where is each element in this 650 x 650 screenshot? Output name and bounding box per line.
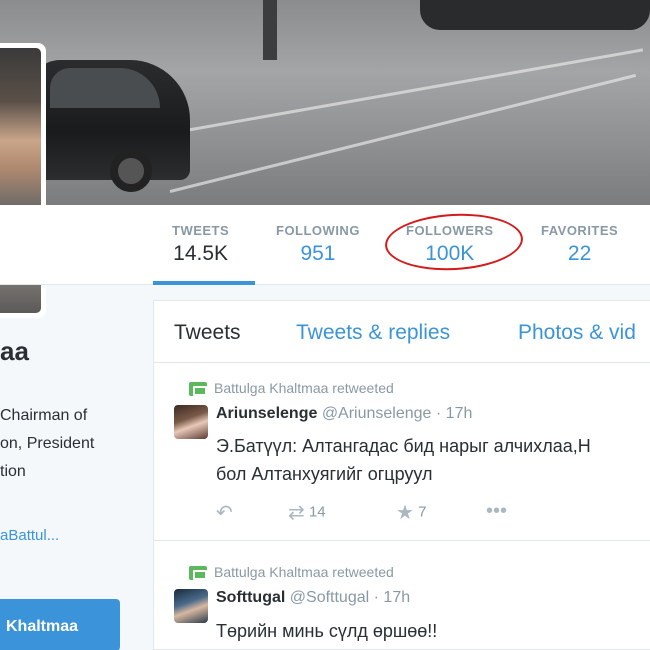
tweet-avatar[interactable] [174, 589, 208, 623]
tweet-text-line: Э.Батүүл: Алтангадас бид нарыг алчихлаа,… [216, 436, 591, 456]
stat-following[interactable]: FOLLOWING 951 [276, 223, 360, 266]
stat-value: 14.5K [173, 242, 229, 265]
bio-line: on, President [0, 435, 95, 452]
tweet-avatar[interactable] [174, 405, 208, 439]
retweet-icon: ⇄ [288, 502, 305, 524]
more-action[interactable]: ••• [486, 500, 507, 523]
tweet[interactable]: Battulga Khaltmaa retweeted Softtugal @S… [154, 541, 650, 650]
photo-car-wheel [110, 150, 152, 192]
tweet-text: Э.Батүүл: Алтангадас бид нарыг алчихлаа,… [216, 432, 591, 488]
timeline-tabs: Tweets Tweets & replies Photos & vid [154, 301, 650, 363]
retweet-icon [189, 382, 207, 396]
favorite-action[interactable]: ★ 7 [396, 500, 426, 525]
stat-label: TWEETS [172, 223, 230, 238]
tab-tweets[interactable]: Tweets [174, 321, 241, 345]
bio-line: tion [0, 463, 26, 480]
tweet-author-name[interactable]: Ariunselenge [216, 405, 317, 422]
stat-label: FOLLOWING [276, 223, 360, 238]
star-icon: ★ [396, 502, 414, 524]
tweet-header: Softtugal @Softtugal · 17h [216, 589, 410, 607]
stat-tweets[interactable]: TWEETS 14.5K [172, 223, 229, 266]
tab-photos-videos[interactable]: Photos & vid [518, 321, 636, 345]
profile-name: aa [0, 336, 29, 366]
follow-button[interactable]: Khaltmaa [0, 599, 120, 650]
timeline: Tweets Tweets & replies Photos & vid Bat… [153, 300, 650, 650]
tab-tweets-replies[interactable]: Tweets & replies [296, 321, 450, 345]
profile-header-photo [0, 0, 650, 205]
reply-action[interactable]: ↶ [216, 500, 233, 525]
stat-favorites[interactable]: FAVORITES 22 [541, 223, 618, 266]
bio-line: Chairman of [0, 407, 88, 424]
tweet-author-name[interactable]: Softtugal [216, 589, 285, 606]
tweet-text-line: бол Алтанхуягийг огцруул [216, 464, 433, 484]
stat-value: 22 [567, 242, 592, 265]
tweet-text: Төрийн минь сүлд өршөө!! [216, 617, 437, 645]
profile-nav-bar: TWEETS 14.5K FOLLOWING 951 FOLLOWERS 100… [0, 205, 650, 285]
profile-bio: Chairman of on, President tion [0, 402, 94, 486]
stat-value: 951 [300, 242, 336, 265]
retweet-note: Battulga Khaltmaa retweeted [214, 380, 394, 396]
active-stat-underline [153, 281, 255, 285]
profile-link[interactable]: aBattul... [0, 527, 59, 544]
retweet-note: Battulga Khaltmaa retweeted [214, 564, 394, 580]
stat-label: FAVORITES [541, 223, 619, 238]
photo-pole [263, 0, 277, 60]
tweet-author-handle[interactable]: @Ariunselenge [322, 405, 432, 422]
tweet-time[interactable]: · 17h [374, 589, 410, 606]
tweet-header: Ariunselenge @Ariunselenge · 17h [216, 405, 472, 423]
reply-icon: ↶ [216, 502, 233, 524]
more-icon: ••• [486, 500, 508, 522]
retweet-count: 14 [308, 503, 326, 521]
retweet-action[interactable]: ⇄ 14 [288, 500, 326, 525]
tweet-text-line: Төрийн минь сүлд өршөө!! [216, 621, 438, 641]
retweet-icon [189, 566, 207, 580]
tweet-author-handle[interactable]: @Softtugal [290, 589, 369, 606]
tweet[interactable]: Battulga Khaltmaa retweeted Ariunselenge… [154, 363, 650, 541]
tweet-time[interactable]: · 17h [436, 405, 472, 422]
favorite-count: 7 [418, 503, 427, 521]
photo-car-top [420, 0, 650, 30]
